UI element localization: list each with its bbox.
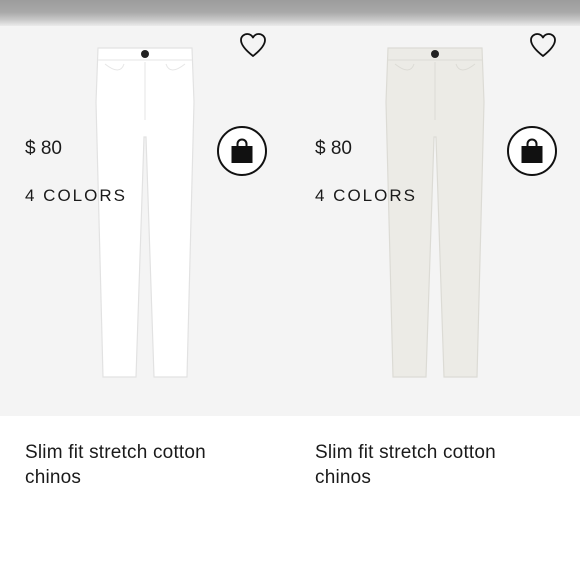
product-price: $ 80 — [315, 138, 352, 159]
color-count[interactable]: 4 COLORS — [315, 186, 417, 206]
product-title[interactable]: Slim fit stretch cotton chinos — [25, 440, 250, 490]
add-to-bag-button[interactable] — [217, 126, 267, 176]
product-card[interactable]: Slim fit stretch cotton chinos $ 80 4 CO… — [0, 26, 290, 580]
wishlist-button[interactable] — [528, 30, 558, 60]
product-image[interactable] — [90, 42, 200, 382]
product-card[interactable]: Slim fit stretch cotton chinos $ 80 4 CO… — [290, 26, 580, 580]
product-listing-page: Slim fit stretch cotton chinos $ 80 4 CO… — [0, 0, 580, 580]
wishlist-button[interactable] — [238, 30, 268, 60]
heart-outline-icon — [530, 33, 556, 57]
price-row: $ 80 — [25, 126, 267, 176]
product-image[interactable] — [380, 42, 490, 382]
product-info: Slim fit stretch cotton chinos — [0, 440, 290, 490]
product-price: $ 80 — [25, 138, 62, 159]
price-row: $ 80 — [315, 126, 557, 176]
product-image-area[interactable] — [290, 26, 580, 416]
heart-outline-icon — [240, 33, 266, 57]
add-to-bag-button[interactable] — [507, 126, 557, 176]
color-count[interactable]: 4 COLORS — [25, 186, 127, 206]
shopping-bag-icon — [231, 138, 253, 163]
shopping-bag-icon — [521, 138, 543, 163]
product-info: Slim fit stretch cotton chinos — [290, 440, 580, 490]
product-title[interactable]: Slim fit stretch cotton chinos — [315, 440, 540, 490]
product-grid: Slim fit stretch cotton chinos $ 80 4 CO… — [0, 26, 580, 580]
product-image-area[interactable] — [0, 26, 290, 416]
